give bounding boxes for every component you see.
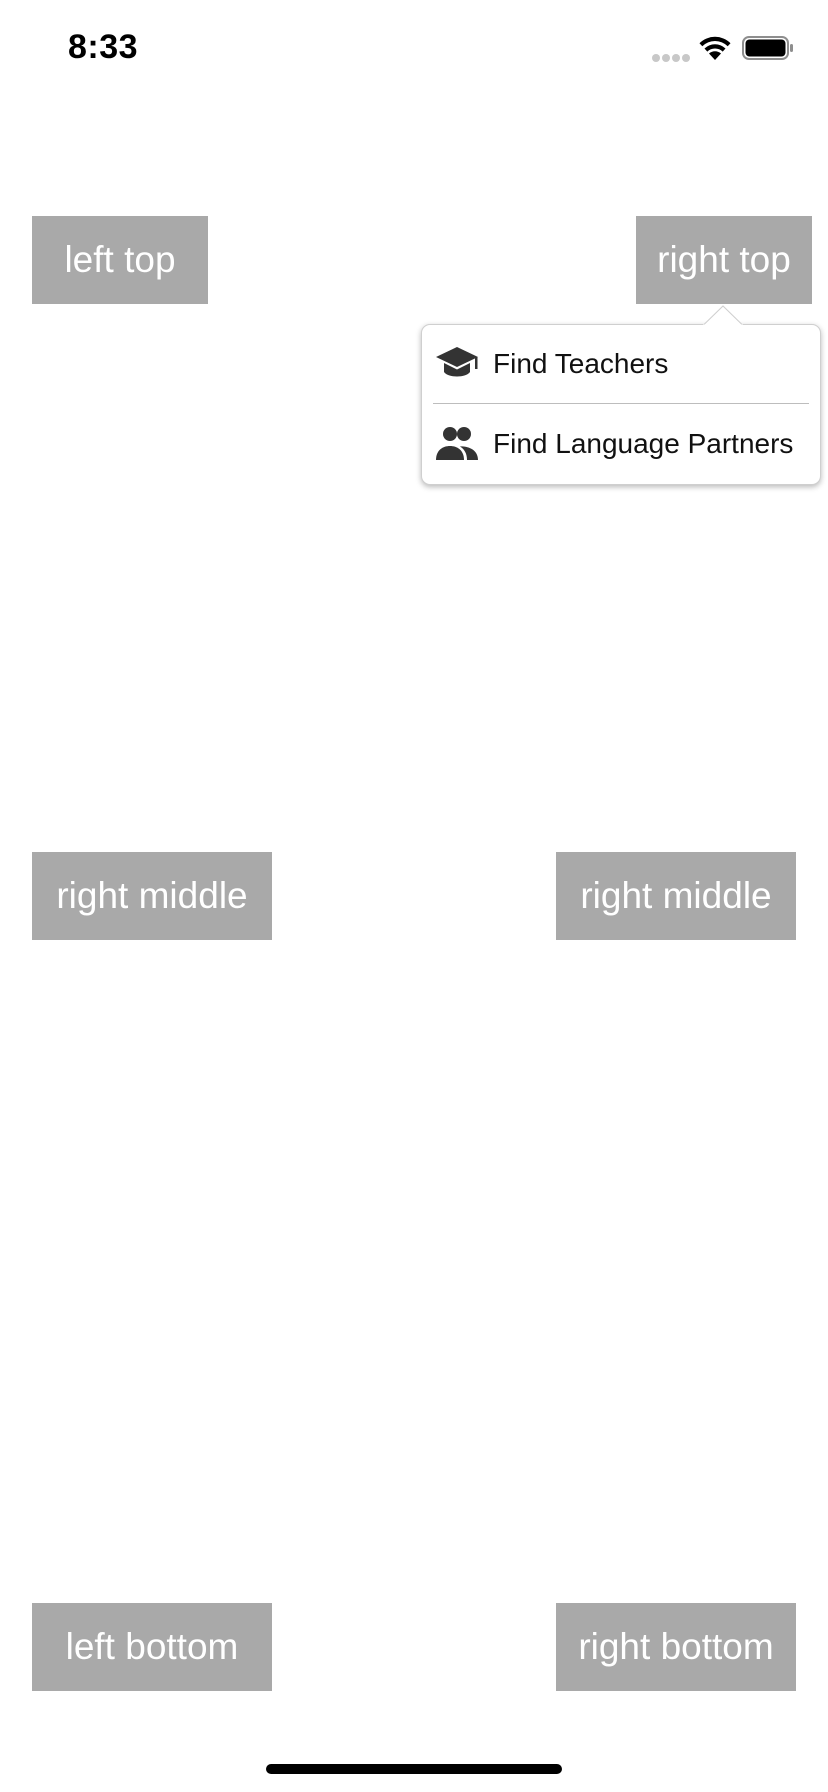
menu-item-find-teachers[interactable]: Find Teachers	[422, 325, 820, 403]
left-top-button[interactable]: left top	[32, 216, 208, 304]
battery-icon	[742, 36, 793, 60]
left-bottom-button[interactable]: left bottom	[32, 1603, 272, 1691]
menu-item-find-language-partners[interactable]: Find Language Partners	[422, 405, 820, 483]
left-middle-button[interactable]: right middle	[32, 852, 272, 940]
right-bottom-button[interactable]: right bottom	[556, 1603, 796, 1691]
cellular-signal-icon	[652, 54, 690, 62]
popover-arrow	[703, 305, 743, 326]
menu-item-label: Find Language Partners	[493, 428, 794, 459]
status-time: 8:33	[68, 28, 139, 66]
menu-item-label: Find Teachers	[493, 348, 669, 379]
graduation-cap-icon	[436, 347, 478, 377]
wifi-icon	[699, 36, 731, 60]
right-middle-button[interactable]: right middle	[556, 852, 796, 940]
menu-divider	[433, 403, 809, 404]
right-top-button[interactable]: right top	[636, 216, 812, 304]
people-icon	[436, 427, 478, 460]
popover-menu: Find Teachers Find Language Partners	[421, 324, 821, 485]
home-indicator[interactable]	[266, 1764, 562, 1774]
